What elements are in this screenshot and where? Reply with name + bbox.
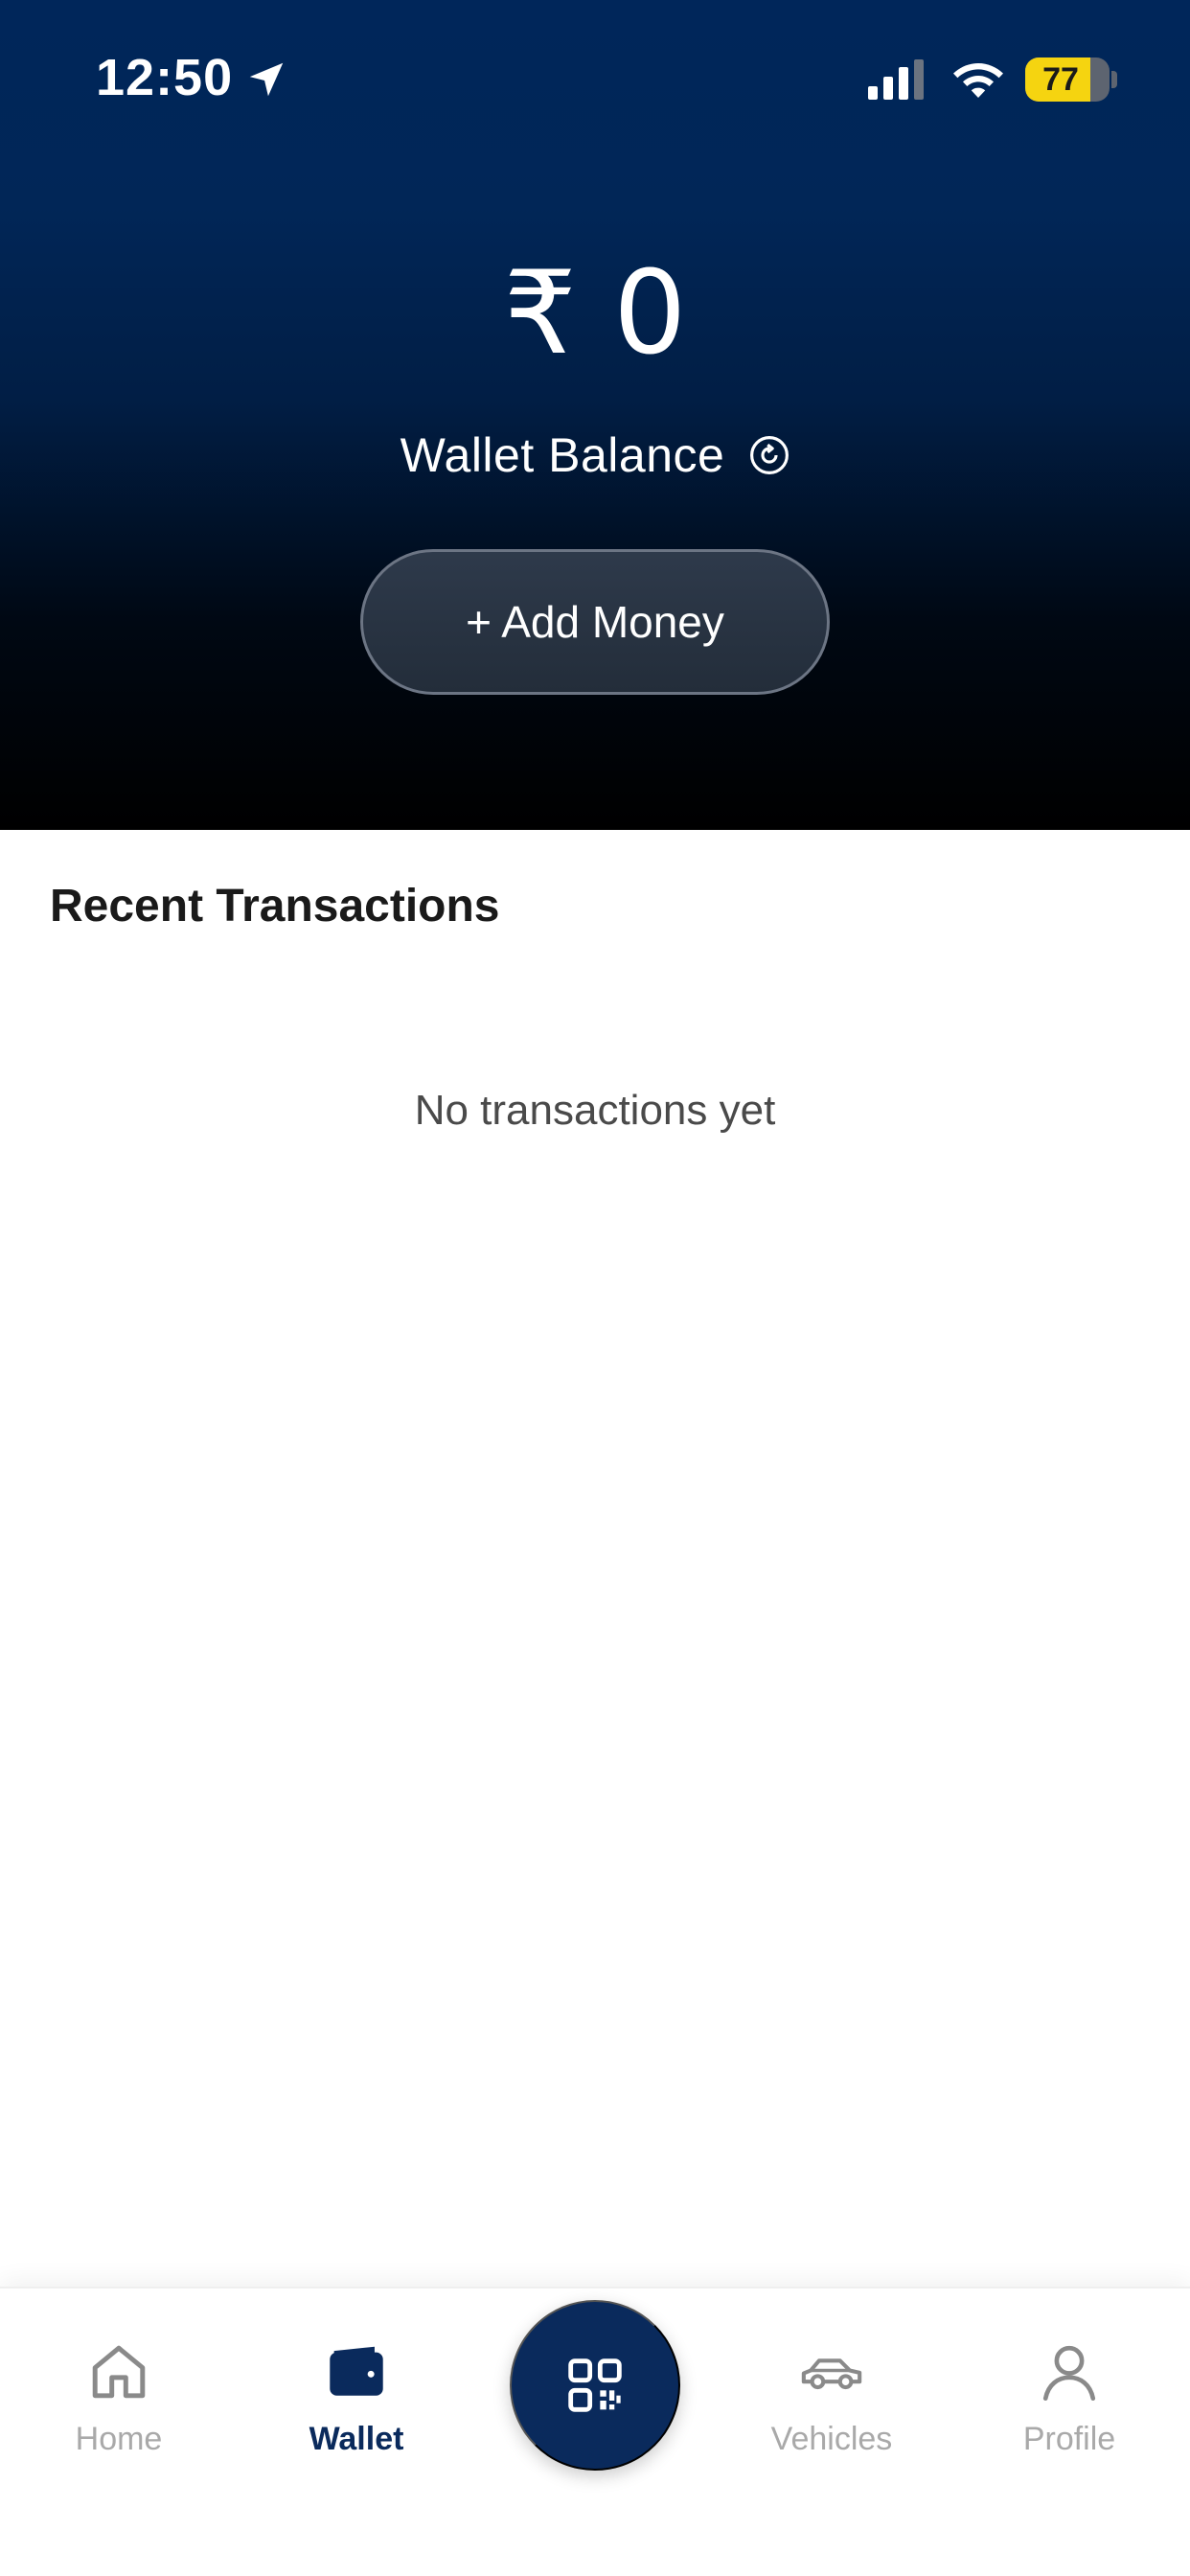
nav-item-profile[interactable]: Profile <box>973 2288 1165 2499</box>
cellular-signal-icon <box>868 59 924 100</box>
nav-label-wallet: Wallet <box>309 2421 404 2457</box>
status-time: 12:50 <box>96 49 234 106</box>
nav-item-wallet[interactable]: Wallet <box>261 2288 452 2499</box>
battery-nub <box>1111 71 1117 88</box>
battery-level: 77 <box>1042 61 1079 98</box>
nav-label-profile: Profile <box>1022 2421 1116 2457</box>
wallet-balance-amount: ₹ 0 <box>503 247 687 380</box>
nav-label-home: Home <box>75 2421 163 2457</box>
refresh-icon[interactable] <box>749 435 790 475</box>
nav-item-home[interactable]: Home <box>23 2288 215 2499</box>
battery-indicator: 77 <box>1025 58 1110 102</box>
status-bar: 12:50 77 <box>0 0 1190 153</box>
user-icon <box>1042 2345 1096 2402</box>
wallet-balance-label: Wallet Balance <box>400 428 725 482</box>
location-arrow-icon <box>249 62 284 97</box>
nav-label-vehicles: Vehicles <box>770 2421 893 2457</box>
recent-transactions-title: Recent Transactions <box>50 881 500 932</box>
qr-code-icon <box>568 2358 622 2412</box>
car-icon <box>801 2358 862 2390</box>
wifi-icon <box>953 63 1003 98</box>
home-icon <box>92 2345 146 2399</box>
wallet-balance-label-row: Wallet Balance <box>0 422 1190 489</box>
wallet-icon <box>330 2346 383 2396</box>
add-money-button[interactable]: + Add Money <box>360 549 830 695</box>
empty-transactions-message: No transactions yet <box>414 1087 776 1134</box>
scan-qr-button[interactable] <box>510 2300 680 2471</box>
nav-item-vehicles[interactable]: Vehicles <box>736 2288 927 2499</box>
